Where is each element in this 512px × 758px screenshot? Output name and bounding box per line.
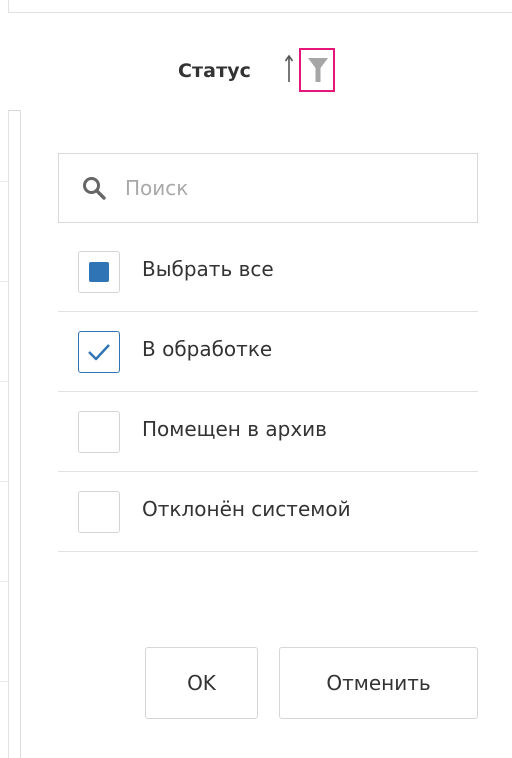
ok-button[interactable]: OK	[145, 647, 258, 719]
option-label: Выбрать все	[142, 257, 274, 281]
sort-up-arrow-icon[interactable]	[284, 53, 294, 83]
search-input[interactable]	[125, 172, 455, 204]
option-label: Помещен в архив	[142, 417, 327, 441]
filter-button[interactable]	[299, 48, 335, 92]
search-field[interactable]	[58, 153, 478, 223]
rejected-checkbox[interactable]	[78, 491, 120, 533]
grid-column-border	[8, 0, 9, 758]
option-label: В обработке	[142, 337, 273, 361]
option-select-all[interactable]: Выбрать все	[58, 232, 478, 312]
status-column-header[interactable]: Статус	[8, 12, 512, 111]
select-all-checkbox[interactable]	[78, 251, 120, 293]
option-in-processing[interactable]: В обработке	[58, 312, 478, 392]
filter-popup: Выбрать все В обработке Помещен в архив …	[20, 110, 512, 758]
column-title: Статус	[178, 60, 252, 82]
grid-row-separators	[0, 0, 8, 758]
option-rejected-by-system[interactable]: Отклонён системой	[58, 472, 478, 552]
option-archived[interactable]: Помещен в архив	[58, 392, 478, 472]
checkmark-icon	[88, 344, 110, 361]
filter-options-list: Выбрать все В обработке Помещен в архив …	[58, 232, 478, 552]
search-icon	[82, 176, 106, 204]
option-label: Отклонён системой	[142, 497, 351, 521]
cancel-button[interactable]: Отменить	[279, 647, 478, 719]
archived-checkbox[interactable]	[78, 411, 120, 453]
funnel-filter-icon	[308, 58, 328, 82]
in-processing-checkbox[interactable]	[78, 331, 120, 373]
status-filter-screen: Статус Выбрать в	[0, 0, 512, 758]
